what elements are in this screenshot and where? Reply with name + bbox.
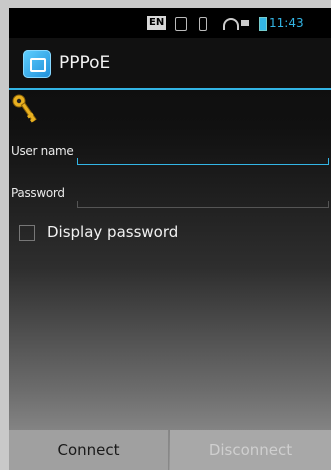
phone-screen: EN 11:43 PPPoE User name Password Displa… <box>9 8 331 470</box>
clock: 11:43 <box>269 16 304 30</box>
connect-button[interactable]: Connect <box>9 430 169 470</box>
username-field-wrapper <box>77 140 329 165</box>
battery-icon <box>259 17 267 31</box>
action-bar: PPPoE <box>9 38 331 90</box>
sync-icon <box>175 17 187 31</box>
pppoe-app-icon[interactable] <box>23 50 51 78</box>
vibrate-icon <box>199 17 207 31</box>
signal-icon <box>241 20 249 26</box>
key-icon <box>12 94 37 123</box>
username-input[interactable] <box>83 142 327 164</box>
disconnect-button[interactable]: Disconnect <box>170 430 331 470</box>
app-title: PPPoE <box>59 53 111 73</box>
device-frame: EN 11:43 PPPoE User name Password Displa… <box>0 0 331 470</box>
password-input[interactable] <box>83 185 327 207</box>
password-field-wrapper <box>77 183 329 208</box>
display-password-checkbox[interactable] <box>19 225 35 241</box>
username-label: User name <box>11 144 74 158</box>
password-label: Password <box>11 186 65 200</box>
input-language-indicator: EN <box>147 16 167 30</box>
status-bar: EN 11:43 <box>9 8 331 38</box>
display-password-label[interactable]: Display password <box>47 223 178 241</box>
wifi-icon <box>223 18 239 30</box>
